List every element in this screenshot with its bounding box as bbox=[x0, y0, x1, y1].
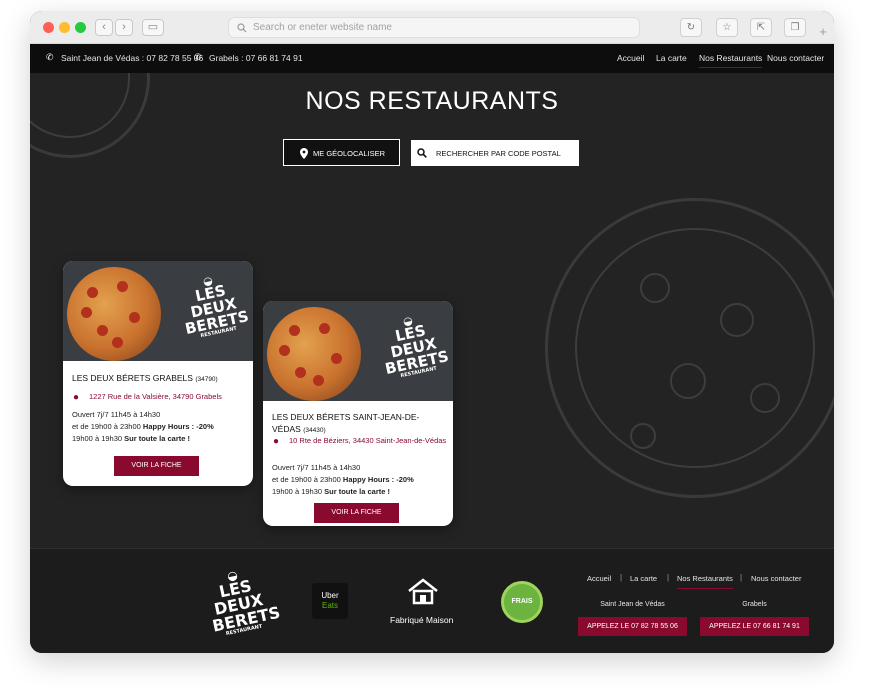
restaurant-hours: Ouvert 7j/7 11h45 à 14h30 et de 19h00 à … bbox=[72, 410, 214, 443]
phone-icon: ✆ bbox=[194, 52, 202, 62]
footer-nav-nos-restaurants[interactable]: Nos Restaurants bbox=[677, 574, 733, 589]
tabs-icon[interactable]: ❐ bbox=[784, 18, 806, 37]
restaurants-section: NOS RESTAURANTS ME GÉOLOCALISER RECHERCH… bbox=[30, 73, 834, 548]
reload-icon[interactable]: ↻ bbox=[680, 18, 702, 37]
phone-icon: ✆ bbox=[46, 52, 54, 62]
house-icon bbox=[408, 578, 438, 605]
site-footer: ◒ LES DEUX BERETS RESTAURANT Uber Eats Fab… bbox=[30, 548, 834, 653]
restaurant-card-saint-jean: ◒ LES DEUX BERETS RESTAURANT LES DEUX BÉRE… bbox=[263, 301, 453, 526]
share-icon[interactable]: ⇱ bbox=[750, 18, 772, 37]
geolocate-button[interactable]: ME GÉOLOCALISER bbox=[283, 139, 400, 166]
footer-nav-la-carte[interactable]: La carte bbox=[630, 574, 657, 583]
back-icon[interactable]: ‹ bbox=[95, 19, 113, 36]
geolocate-label: ME GÉOLOCALISER bbox=[313, 149, 386, 158]
minimize-window-button[interactable] bbox=[59, 22, 70, 33]
nav-nous-contacter[interactable]: Nous contacter bbox=[767, 53, 824, 63]
search-icon bbox=[237, 23, 247, 33]
footer-city-grabels: Grabels bbox=[742, 601, 767, 608]
restaurant-hours: Ouvert 7j/7 11h45 à 14h30 et de 19h00 à … bbox=[272, 463, 414, 496]
footer-nav-separator: | bbox=[740, 573, 743, 582]
footer-nav-separator: | bbox=[667, 573, 670, 582]
restaurant-image: ◒ LES DEUX BERETS RESTAURANT bbox=[263, 301, 453, 401]
footer-nav-separator: | bbox=[620, 573, 623, 582]
call-grabels-button[interactable]: APPELEZ LE 07 66 81 74 91 bbox=[700, 617, 809, 636]
footer-nav-nous-contacter[interactable]: Nous contacter bbox=[751, 574, 801, 583]
footer-city-saint-jean: Saint Jean de Védas bbox=[600, 601, 665, 608]
location-pin-icon: ● bbox=[273, 436, 280, 447]
pizza-topping-icon bbox=[670, 363, 706, 399]
bookmark-icon[interactable]: ☆ bbox=[716, 18, 738, 37]
phone-saint-jean[interactable]: Saint Jean de Védas : 07 82 78 55 06 bbox=[61, 53, 203, 63]
restaurant-image: ◒ LES DEUX BERETS RESTAURANT bbox=[63, 261, 253, 361]
browser-window: ‹ › ▭ Search or eneter website name ↻ ☆ … bbox=[30, 11, 834, 653]
restaurant-address[interactable]: ● 1227 Rue de la Valsière, 34790 Grabels bbox=[73, 391, 248, 403]
nav-nos-restaurants[interactable]: Nos Restaurants bbox=[699, 53, 763, 68]
les-deux-berets-logo: ◒ LES DEUX BERETS RESTAURANT bbox=[183, 273, 251, 340]
sidebar-icon[interactable]: ▭ bbox=[142, 19, 164, 36]
pizza-photo bbox=[267, 307, 361, 401]
fabrique-maison-label: Fabriqué Maison bbox=[390, 615, 454, 625]
call-saint-jean-button[interactable]: APPELEZ LE 07 82 78 55 06 bbox=[578, 617, 687, 636]
new-tab-icon[interactable]: + bbox=[816, 25, 830, 39]
pizza-photo bbox=[67, 267, 161, 361]
pizza-topping-icon bbox=[720, 303, 754, 337]
nav-accueil[interactable]: Accueil bbox=[617, 53, 644, 63]
location-pin-icon bbox=[300, 148, 308, 159]
search-icon bbox=[417, 148, 427, 158]
location-pin-icon: ● bbox=[73, 392, 80, 403]
uber-eats-logo[interactable]: Uber Eats bbox=[312, 583, 348, 619]
address-bar[interactable]: Search or eneter website name bbox=[228, 17, 640, 38]
pizza-topping-icon bbox=[750, 383, 780, 413]
pizza-topping-icon bbox=[640, 273, 670, 303]
maximize-window-button[interactable] bbox=[75, 22, 86, 33]
close-window-button[interactable] bbox=[43, 22, 54, 33]
postal-search-label: RECHERCHER PAR CODE POSTAL bbox=[436, 149, 561, 158]
phone-grabels[interactable]: Grabels : 07 66 81 74 91 bbox=[209, 53, 303, 63]
browser-toolbar: ‹ › ▭ Search or eneter website name ↻ ☆ … bbox=[30, 11, 834, 44]
restaurant-name: LES DEUX BÉRETS GRABELS (34790) bbox=[72, 373, 218, 383]
footer-nav-accueil[interactable]: Accueil bbox=[587, 574, 611, 583]
site-topbar: ✆ Saint Jean de Védas : 07 82 78 55 06 ✆… bbox=[30, 44, 834, 73]
view-details-button[interactable]: VOIR LA FICHE bbox=[114, 456, 199, 476]
footer-logo[interactable]: ◒ LES DEUX BERETS RESTAURANT bbox=[202, 563, 282, 639]
frais-badge: FRAIS bbox=[501, 581, 543, 623]
nav-la-carte[interactable]: La carte bbox=[656, 53, 687, 63]
restaurant-name: LES DEUX BÉRETS SAINT-JEAN-DE-VÉDAS (344… bbox=[272, 412, 420, 434]
restaurant-address[interactable]: ● 10 Rte de Béziers, 34430 Saint-Jean-de… bbox=[273, 435, 448, 447]
view-details-button[interactable]: VOIR LA FICHE bbox=[314, 503, 399, 523]
page-title: NOS RESTAURANTS bbox=[305, 87, 559, 115]
les-deux-berets-logo: ◒ LES DEUX BERETS RESTAURANT bbox=[383, 313, 451, 380]
postal-search-button[interactable]: RECHERCHER PAR CODE POSTAL bbox=[411, 140, 579, 166]
address-placeholder: Search or eneter website name bbox=[253, 22, 392, 33]
pizza-topping-icon bbox=[630, 423, 656, 449]
pizza-illustration-icon bbox=[575, 228, 815, 468]
forward-icon[interactable]: › bbox=[115, 19, 133, 36]
restaurant-card-grabels: ◒ LES DEUX BERETS RESTAURANT LES DEUX BÉRE… bbox=[63, 261, 253, 486]
